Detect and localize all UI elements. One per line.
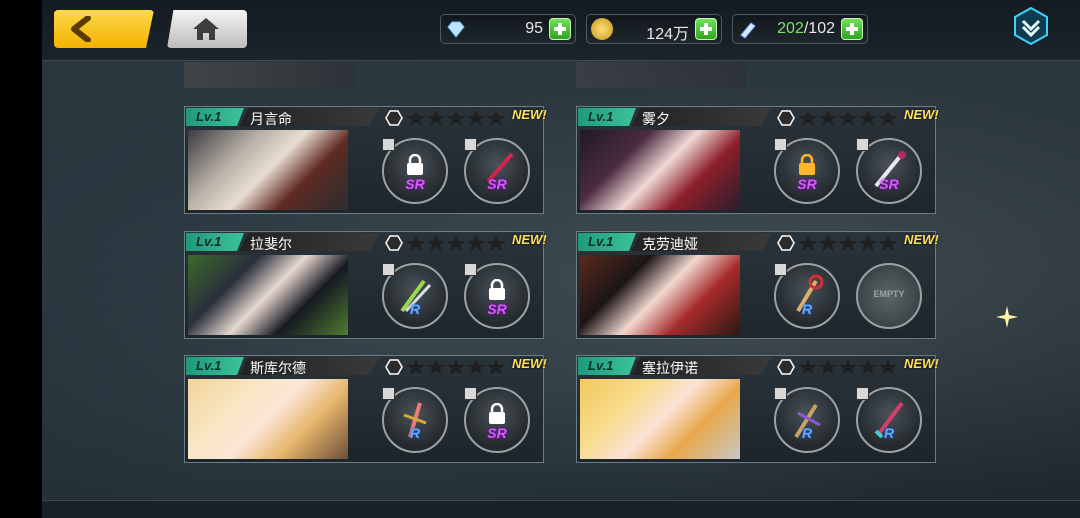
gold-counter: 124万 bbox=[586, 14, 722, 44]
new-badge: NEW! bbox=[512, 107, 547, 122]
character-name: 拉斐尔 bbox=[240, 233, 380, 251]
sparkle-icon bbox=[996, 306, 1018, 328]
star-rating bbox=[385, 359, 505, 375]
add-stamina-button[interactable] bbox=[841, 18, 863, 40]
star-rating bbox=[385, 110, 505, 126]
add-gold-button[interactable] bbox=[695, 18, 717, 40]
lock-icon bbox=[489, 279, 505, 300]
character-portrait bbox=[188, 255, 348, 335]
new-badge: NEW! bbox=[904, 107, 939, 122]
star-rating bbox=[777, 235, 897, 251]
equip-slot[interactable]: R bbox=[382, 263, 448, 329]
back-button[interactable] bbox=[54, 10, 154, 48]
home-icon bbox=[193, 18, 219, 40]
level-tag: Lv.1 bbox=[186, 233, 244, 251]
diamond-counter: 95 bbox=[440, 14, 576, 44]
bottom-panel-edge bbox=[42, 500, 1080, 518]
equip-slot[interactable]: SR bbox=[464, 387, 530, 453]
character-portrait bbox=[188, 130, 348, 210]
character-portrait bbox=[580, 255, 740, 335]
star-rating bbox=[385, 235, 505, 251]
level-tag: Lv.1 bbox=[186, 357, 244, 375]
equip-slot[interactable]: R bbox=[382, 387, 448, 453]
character-name: 斯库尔德 bbox=[240, 357, 380, 375]
scrolled-card-edge bbox=[576, 62, 746, 88]
level-tag: Lv.1 bbox=[578, 108, 636, 126]
new-badge: NEW! bbox=[512, 232, 547, 247]
lock-icon bbox=[407, 154, 423, 175]
new-badge: NEW! bbox=[904, 356, 939, 371]
equip-slot[interactable]: SR bbox=[856, 138, 922, 204]
equip-slot[interactable]: R bbox=[856, 387, 922, 453]
equip-slot[interactable]: R bbox=[774, 263, 840, 329]
new-badge: NEW! bbox=[512, 356, 547, 371]
equip-slot[interactable]: SR bbox=[464, 138, 530, 204]
stamina-icon bbox=[737, 18, 759, 40]
edit-corner-icon bbox=[464, 387, 477, 400]
character-name: 塞拉伊诺 bbox=[632, 357, 772, 375]
left-black-bar bbox=[0, 0, 42, 518]
diamond-value: 95 bbox=[525, 20, 543, 37]
character-portrait bbox=[580, 379, 740, 459]
character-card[interactable]: Lv.1 拉斐尔 NEW! R SR bbox=[184, 231, 547, 339]
equip-slot[interactable]: SR bbox=[774, 138, 840, 204]
edit-corner-icon bbox=[382, 138, 395, 151]
menu-collapse-button[interactable] bbox=[1012, 6, 1050, 46]
character-name: 克劳迪娅 bbox=[632, 233, 772, 251]
empty-equip-slot[interactable]: EMPTY bbox=[856, 263, 922, 329]
character-card[interactable]: Lv.1 斯库尔德 NEW! R SR bbox=[184, 355, 547, 463]
character-card[interactable]: Lv.1 克劳迪娅 NEW! R EMPTY bbox=[576, 231, 939, 339]
character-name: 雾夕 bbox=[632, 108, 772, 126]
game-screen: 95 124万 202/102 Lv.1 月言命 NEW! SR SR Lv.1… bbox=[0, 0, 1080, 518]
character-portrait bbox=[188, 379, 348, 459]
equip-slot[interactable]: R bbox=[774, 387, 840, 453]
star-rating bbox=[777, 110, 897, 126]
edit-corner-icon bbox=[464, 263, 477, 276]
level-tag: Lv.1 bbox=[578, 233, 636, 251]
level-tag: Lv.1 bbox=[186, 108, 244, 126]
add-diamond-button[interactable] bbox=[549, 18, 571, 40]
character-portrait bbox=[580, 130, 740, 210]
gold-value: 124万 bbox=[646, 26, 689, 43]
lock-icon bbox=[799, 154, 815, 175]
chevron-left-icon bbox=[71, 16, 91, 42]
stamina-value: 202/102 bbox=[777, 20, 835, 37]
equip-slot[interactable]: SR bbox=[464, 263, 530, 329]
edit-corner-icon bbox=[774, 138, 787, 151]
lock-icon bbox=[489, 403, 505, 424]
home-button[interactable] bbox=[167, 10, 247, 48]
gold-coin-icon bbox=[591, 18, 613, 40]
chevron-down-icon bbox=[1014, 6, 1048, 46]
character-card[interactable]: Lv.1 月言命 NEW! SR SR bbox=[184, 106, 547, 214]
level-tag: Lv.1 bbox=[578, 357, 636, 375]
character-card[interactable]: Lv.1 塞拉伊诺 NEW! R R bbox=[576, 355, 939, 463]
new-badge: NEW! bbox=[904, 232, 939, 247]
diamond-icon bbox=[445, 18, 467, 40]
character-card[interactable]: Lv.1 雾夕 NEW! SR SR bbox=[576, 106, 939, 214]
character-name: 月言命 bbox=[240, 108, 380, 126]
stamina-counter: 202/102 bbox=[732, 14, 868, 44]
scrolled-card-edge bbox=[184, 62, 354, 88]
equip-slot[interactable]: SR bbox=[382, 138, 448, 204]
star-rating bbox=[777, 359, 897, 375]
